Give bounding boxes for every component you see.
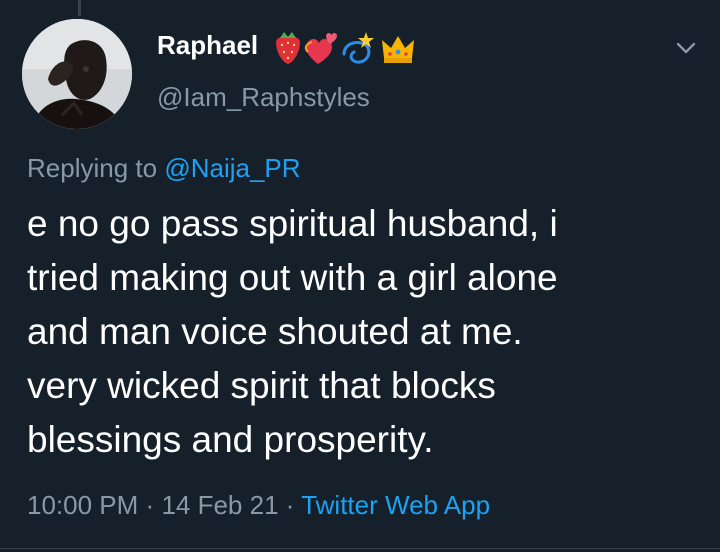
reply-target-link[interactable]: @Naija_PR <box>164 153 300 183</box>
meta-separator: · <box>145 490 155 520</box>
tweet-text-line: tried making out with a girl alone <box>27 257 558 298</box>
tweet-text-line: blessings and prosperity. <box>27 419 434 460</box>
divider <box>0 548 720 549</box>
replying-to-line: Replying to @Naija_PR <box>27 153 301 184</box>
strawberry-emoji <box>276 32 300 64</box>
tweet-date[interactable]: 14 Feb 21 <box>161 490 278 520</box>
avatar-photo <box>22 19 132 129</box>
name-emoji-row <box>272 28 422 68</box>
avatar[interactable] <box>22 19 132 129</box>
tweet-meta: 10:00 PM · 14 Feb 21 · Twitter Web App <box>27 490 490 521</box>
dizzy-emoji <box>342 32 374 64</box>
meta-separator: · <box>285 490 295 520</box>
revolving-hearts-emoji <box>304 33 337 64</box>
author-display-name[interactable]: Raphael <box>157 30 258 61</box>
tweet-text-line: e no go pass spiritual husband, i <box>27 203 558 244</box>
tweet-time[interactable]: 10:00 PM <box>27 490 138 520</box>
replying-to-label: Replying to <box>27 153 158 183</box>
thread-connector-line <box>78 0 81 16</box>
tweet-body: e no go pass spiritual husband, i tried … <box>27 197 687 467</box>
tweet-text-line: very wicked spirit that blocks <box>27 365 496 406</box>
author-handle[interactable]: @Iam_Raphstyles <box>157 82 370 113</box>
chevron-down-icon[interactable] <box>672 34 700 62</box>
tweet-text-line: and man voice shouted at me. <box>27 311 523 352</box>
crown-emoji <box>382 36 414 63</box>
tweet-source-link[interactable]: Twitter Web App <box>301 490 490 520</box>
